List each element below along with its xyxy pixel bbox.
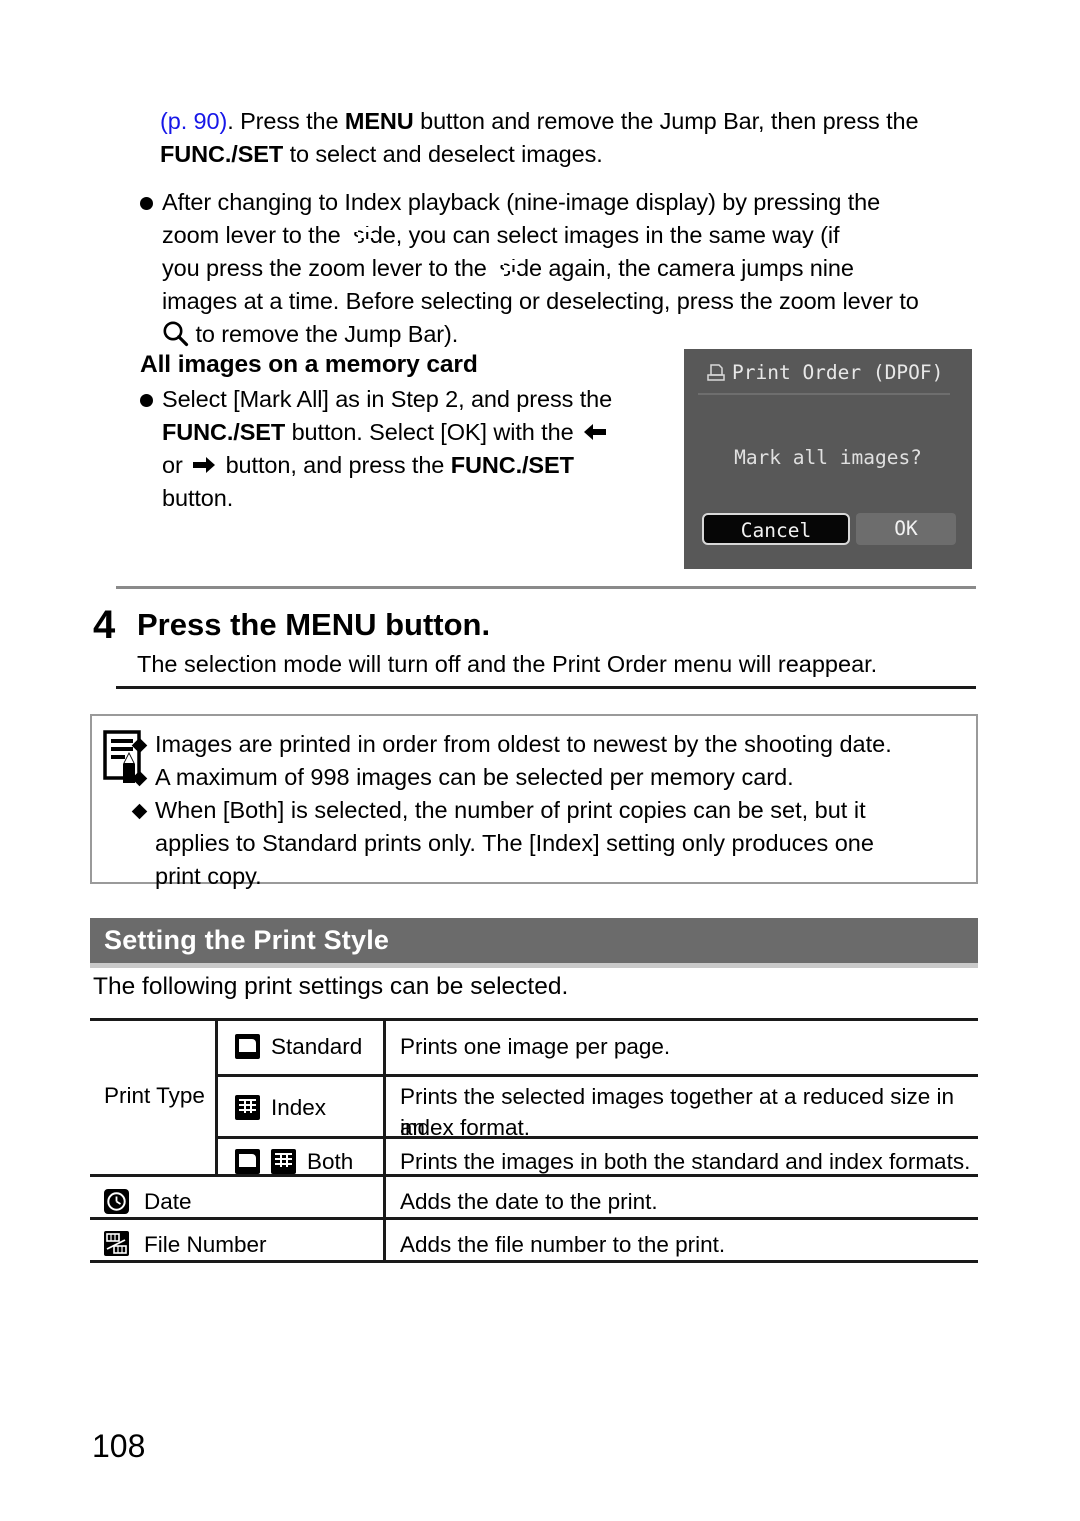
- camera-lcd-screenshot: Print Order (DPOF) Mark all images? Canc…: [684, 349, 972, 569]
- arrow-right-icon: [193, 457, 216, 473]
- bullet-dot-icon: [140, 197, 153, 210]
- intro-paragraph-line2: FUNC./SET to select and deselect images.: [160, 138, 990, 171]
- memcard-line-3: or button, and press the FUNC./SET: [162, 449, 682, 482]
- lcd-title-divider: [698, 393, 950, 395]
- table-row-label: Standard: [271, 1034, 363, 1059]
- table-row-description: Adds the file number to the print.: [400, 1232, 726, 1257]
- table-border-top: [90, 1018, 978, 1021]
- file-number-icon: [104, 1231, 129, 1256]
- lcd-cancel-button[interactable]: Cancel: [702, 513, 850, 545]
- step-number: 4: [93, 603, 116, 647]
- step-divider-top: [116, 586, 976, 589]
- table-row-divider: [215, 1074, 978, 1077]
- memcard-line-3-a: or: [162, 452, 183, 478]
- memcard-line-3-b: button, and press the: [225, 452, 451, 478]
- table-row-label: Both: [307, 1149, 354, 1174]
- table-group-label: Print Type: [104, 1083, 205, 1108]
- bullet-line-2-text-a: zoom lever to the: [162, 222, 341, 248]
- lcd-message: Mark all images?: [734, 446, 922, 469]
- page-reference-link[interactable]: (p. 90): [160, 108, 227, 134]
- bullet-line-3-text-a: you press the zoom lever to the: [162, 255, 487, 281]
- diamond-bullet-icon: [131, 803, 148, 820]
- funcset-button-label: FUNC./SET: [162, 419, 286, 445]
- bullet-line-5-text: to remove the Jump Bar).: [195, 321, 459, 347]
- note-item: A maximum of 998 images can be selected …: [131, 761, 965, 794]
- note-item: Images are printed in order from oldest …: [131, 728, 965, 761]
- step-title: Press the MENU button.: [137, 607, 491, 642]
- section-header-bar: Setting the Print Style: [90, 918, 978, 963]
- standard-print-icon: [235, 1149, 260, 1174]
- intro-line2-rest: to select and deselect images.: [283, 141, 603, 167]
- section-subtitle: The following print settings can be sele…: [93, 973, 569, 1000]
- bullet-line-3-text-b: side again, the camera jumps nine: [499, 255, 854, 281]
- bullet-line-1: After changing to Index playback (nine-i…: [162, 189, 881, 215]
- table-row-label: Date: [144, 1189, 192, 1214]
- section-header-shadow: [90, 963, 978, 968]
- print-settings-table: Print Type Standard Prints one image per…: [90, 1018, 978, 1263]
- memory-card-heading: All images on a memory card: [140, 351, 478, 378]
- lcd-screen: Print Order (DPOF) Mark all images? Canc…: [684, 349, 972, 569]
- date-clock-icon: [104, 1189, 129, 1214]
- memcard-line-4: button.: [162, 485, 234, 511]
- step-description: The selection mode will turn off and the…: [137, 651, 878, 677]
- table-col-divider: [383, 1018, 386, 1260]
- table-row-label: Index: [271, 1095, 327, 1120]
- note-box: Images are printed in order from oldest …: [90, 714, 978, 889]
- menu-button-label: MENU: [344, 108, 414, 134]
- bullet-line-4: images at a time. Before selecting or de…: [162, 288, 919, 314]
- note-item: When [Both] is selected, the number of p…: [131, 794, 975, 827]
- step-divider-bottom: [116, 686, 976, 689]
- arrow-left-icon: [583, 424, 606, 440]
- index-print-icon: [271, 1149, 296, 1174]
- lcd-ok-button[interactable]: OK: [856, 513, 956, 545]
- note-item-cont: applies to Standard prints only. The [In…: [155, 830, 874, 856]
- index-print-icon: [235, 1095, 260, 1120]
- lcd-title-text: Print Order (DPOF): [732, 361, 944, 384]
- note-item-text: When [Both] is selected, the number of p…: [155, 797, 866, 823]
- page-number: 108: [92, 1428, 146, 1464]
- table-row-label: File Number: [144, 1232, 267, 1257]
- standard-print-icon: [235, 1034, 260, 1059]
- table-row-description: Prints one image per page.: [400, 1034, 671, 1059]
- table-row-description: Adds the date to the print.: [400, 1189, 658, 1214]
- note-item-text: Images are printed in order from oldest …: [155, 731, 892, 757]
- intro-text-b: button and remove the Jump Bar, then pre…: [413, 108, 919, 134]
- table-row-description: Prints the images in both the standard a…: [400, 1149, 971, 1174]
- memcard-line-1: Select [Mark All] as in Step 2, and pres…: [162, 386, 613, 412]
- memcard-line-2: FUNC./SET button. Select [OK] with the: [162, 416, 682, 449]
- table-row-divider: [90, 1217, 978, 1220]
- table-col-divider: [215, 1018, 218, 1174]
- memcard-line-2-rest: button. Select [OK] with the: [285, 419, 574, 445]
- funcset-button-label: FUNC./SET: [450, 452, 574, 478]
- table-row-description-cont: index format.: [400, 1115, 531, 1140]
- bullet-line-2: zoom lever to the side, you can select i…: [162, 219, 1002, 255]
- note-item-cont: print copy.: [155, 863, 262, 889]
- table-border-bottom: [90, 1260, 978, 1263]
- bullet-line-3: you press the zoom lever to the side aga…: [162, 252, 1002, 288]
- intro-paragraph: (p. 90). Press the MENU button and remov…: [160, 105, 990, 138]
- manual-page: (p. 90). Press the MENU button and remov…: [0, 0, 1080, 1521]
- lcd-title-row: Print Order (DPOF): [706, 361, 943, 384]
- bullet-line-2-text-b: side, you can select images in the same …: [353, 222, 840, 248]
- printer-icon: [706, 363, 732, 382]
- intro-text-a: . Press the: [227, 108, 345, 134]
- bullet-dot-icon: [140, 394, 153, 407]
- funcset-button-label: FUNC./SET: [160, 141, 284, 167]
- note-item-text: A maximum of 998 images can be selected …: [155, 764, 794, 790]
